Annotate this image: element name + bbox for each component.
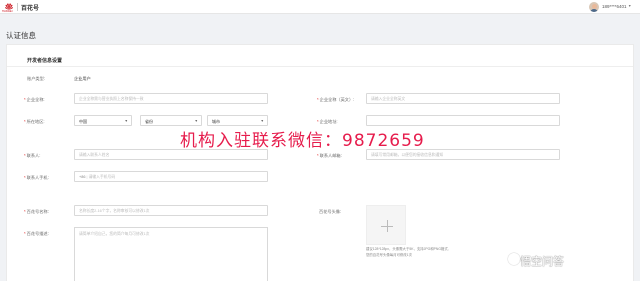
chevron-down-icon: ▼ [124,119,128,123]
wukong-logo-icon [508,253,520,265]
logo-wordmark: HUAWEI [2,10,13,13]
required-mark: * [317,97,319,102]
page-title: 认证信息 [6,31,36,40]
account-name-label: *百花号名称: [24,209,49,215]
company-name-input[interactable]: 企业全称需与营业执照上名称保持一致 [74,93,268,104]
avatar-body [590,9,598,12]
avatar-upload[interactable] [366,205,406,245]
contact-phone-input[interactable]: +86 | 请输入手机号码 [74,171,268,182]
account-desc-label: *百花号描述: [24,231,49,237]
contact-label-text: 联系人: [26,153,41,158]
city-value: 城市 [212,119,220,124]
account-name-label-text: 百花号名称: [26,209,49,214]
brand-divider [17,3,18,11]
company-name-label: *企业全称: [24,97,45,103]
company-address-input[interactable] [366,115,560,126]
required-mark: * [24,209,26,214]
city-select[interactable]: 城市 ▼ [207,115,268,126]
contact-email-label: *联系人邮箱: [317,153,342,159]
account-desc-label-text: 百花号描述: [26,231,49,236]
account-type-label: 账户类型: [27,76,45,81]
plus-icon-vertical [386,220,388,232]
company-name-en-label-text: 企业全称（英文）: [319,97,355,102]
required-mark: * [24,97,26,102]
region-label-text: 所在地区: [26,119,45,124]
required-mark: * [317,153,319,158]
top-bar: HUAWEI 百花号 189****6401 ▼ [0,0,640,14]
user-id[interactable]: 189****6401 [602,4,627,9]
contact-phone-label: *联系人手机: [24,175,49,181]
contact-phone-label-text: 联系人手机: [26,175,49,180]
province-value: 省份 [145,119,153,124]
phone-prefix[interactable]: +86 [79,175,85,179]
phone-placeholder: 请输入手机号码 [88,175,116,179]
chevron-down-icon[interactable]: ▼ [628,4,631,8]
account-avatar-label: 百花号头像: [319,209,342,214]
avatar-hint-line: 您的百花号头像每月可修改1次 [366,252,412,257]
corner-watermark: 悟空问答 [520,255,564,268]
avatar-hint: 建议128*128px，头像需大于5K，支持JPG和PNG格式, 您的百花号头像… [366,247,449,258]
form-card: 开发者信息设置 账户类型: 企业用户 *企业全称: 企业全称需与营业执照上名称保… [6,44,634,281]
required-mark: * [24,119,26,124]
region-label: *所在地区: [24,119,45,125]
brand-name[interactable]: 百花号 [21,3,39,12]
section-divider [7,66,633,67]
company-name-en-input[interactable]: 请输入企业全称英文 [366,93,560,104]
contact-label: *联系人: [24,153,40,159]
account-name-input[interactable]: 名称长度2-16个字，名称审核可以修改1次 [74,205,268,216]
required-mark: * [24,231,26,236]
province-select[interactable]: 省份 ▼ [140,115,202,126]
required-mark: * [24,175,26,180]
chevron-down-icon: ▼ [194,119,198,123]
company-address-label-text: 企业地址: [319,119,338,124]
avatar-hint-line: 建议128*128px，头像需大于5K，支持JPG和PNG格式, [366,247,449,251]
contact-email-label-text: 联系人邮箱: [319,153,342,158]
section-title: 开发者信息设置 [27,58,63,64]
account-desc-textarea[interactable]: 请简单介绍自己，您的简介每月可修改1次 [74,227,268,281]
company-name-en-label: *企业全称（英文）: [317,97,354,103]
required-mark: * [317,119,319,124]
country-select[interactable]: 中国 ▼ [74,115,132,126]
avatar-face [591,3,597,9]
watermark-text: 机构入驻联系微信：9872659 [180,131,425,151]
company-address-label: *企业地址: [317,119,338,125]
country-value: 中国 [79,119,87,124]
company-name-label-text: 企业全称: [26,97,45,102]
account-type-value: 企业用户 [74,76,91,81]
user-avatar[interactable] [589,2,599,12]
chevron-down-icon: ▼ [260,119,264,123]
required-mark: * [24,153,26,158]
